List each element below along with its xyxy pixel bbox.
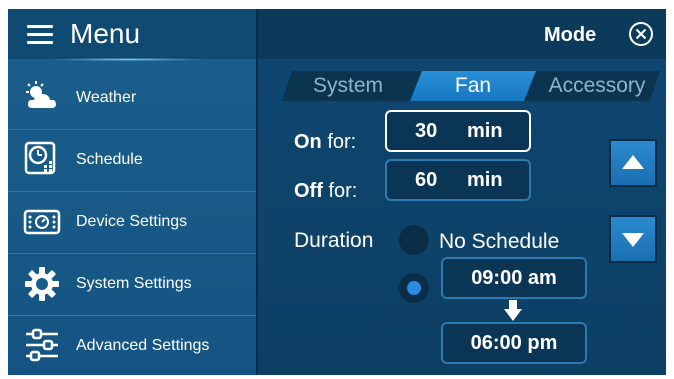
menu-title: Menu (70, 18, 141, 49)
tab-system[interactable]: System (282, 71, 414, 101)
tab-accessory[interactable]: Accessory (534, 71, 660, 101)
sidebar-item-label: System Settings (76, 275, 192, 292)
decrease-button[interactable] (609, 215, 657, 263)
mode-header: Mode (258, 9, 666, 59)
mode-tabs: System Fan Accessory (282, 71, 660, 103)
off-label-bold: Off (294, 180, 323, 202)
scheduled-radio[interactable] (399, 273, 429, 303)
on-duration-field[interactable]: 30 min (385, 110, 531, 152)
sidebar-item-device-settings[interactable]: Device Settings (8, 191, 256, 254)
triangle-up-icon (622, 155, 644, 169)
off-duration-field[interactable]: 60 min (385, 159, 531, 201)
on-label-rest: for: (321, 131, 357, 153)
menu-header[interactable]: Menu (8, 9, 256, 61)
triangle-down-icon (622, 233, 644, 247)
start-time-field[interactable]: 09:00 am (441, 257, 587, 299)
sidebar-item-label: Device Settings (76, 213, 188, 230)
gear-icon (25, 267, 59, 301)
sliders-icon (26, 328, 58, 362)
off-duration-value: 60 (415, 169, 438, 191)
mode-label: Mode (544, 24, 597, 46)
sidebar-item-advanced-settings[interactable]: Advanced Settings (8, 315, 256, 375)
sidebar-item-system-settings[interactable]: System Settings (8, 253, 256, 316)
sidebar-item-label: Advanced Settings (76, 337, 210, 354)
device-settings-icon (23, 209, 61, 235)
off-for-label: Off for: (294, 179, 357, 203)
on-duration-unit: min (467, 120, 503, 142)
hamburger-menu-icon[interactable] (27, 25, 53, 44)
weather-icon (26, 81, 56, 108)
sidebar-item-label: Weather (76, 89, 137, 106)
schedule-icon (24, 141, 56, 175)
on-for-label: On for: (294, 130, 356, 154)
sidebar-item-schedule[interactable]: Schedule (8, 129, 256, 192)
end-time-field[interactable]: 06:00 pm (441, 322, 587, 364)
tab-fan[interactable]: Fan (410, 71, 536, 101)
sidebar: Menu Weather Schedule Device Settings Sy… (8, 9, 258, 375)
off-label-rest: for: (322, 180, 358, 202)
sidebar-item-label: Schedule (76, 151, 143, 168)
duration-label: Duration (294, 229, 374, 252)
off-duration-unit: min (467, 169, 503, 191)
on-duration-value: 30 (415, 120, 438, 142)
on-label-bold: On (294, 131, 322, 153)
thermostat-screen: Menu Weather Schedule Device Settings Sy… (8, 9, 666, 375)
no-schedule-radio[interactable] (399, 225, 429, 255)
sidebar-item-weather[interactable]: Weather (8, 67, 256, 130)
down-arrow-icon (504, 300, 522, 321)
close-icon[interactable] (628, 21, 654, 47)
increase-button[interactable] (609, 139, 657, 187)
fan-mode-panel: System Fan Accessory On for: 30 min Off … (258, 59, 666, 375)
menu-glow (48, 58, 208, 61)
no-schedule-label: No Schedule (439, 230, 560, 253)
